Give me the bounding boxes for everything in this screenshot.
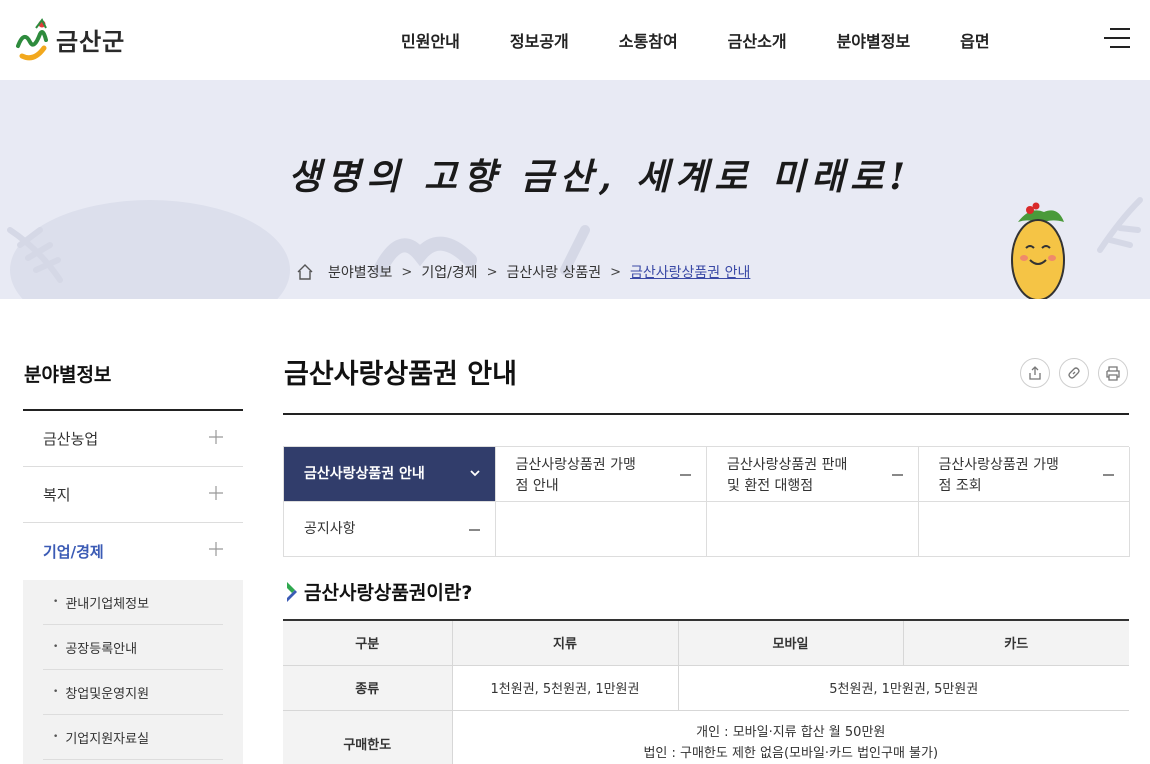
tab-label: 공지사항	[304, 520, 356, 537]
breadcrumb-item[interactable]: 분야별정보	[328, 262, 392, 282]
chevron-down-icon	[469, 470, 480, 477]
page-tools	[1020, 358, 1128, 388]
copy-link-button[interactable]	[1059, 358, 1089, 388]
tab-label-line: 금산사랑상품권 판매	[727, 457, 848, 473]
plus-icon	[209, 542, 223, 556]
share-icon	[1029, 366, 1041, 380]
breadcrumb-item[interactable]: 기업/경제	[421, 262, 477, 282]
banner-slogan: 생명의 고향 금산, 세계로 미래로!	[288, 156, 912, 198]
sidebar-item-label: 금산농업	[43, 430, 99, 448]
table-cell: 개인 : 모바일·지류 합산 월 50만원 법인 : 구매한도 제한 없음(모바…	[451, 709, 1129, 764]
tab-label: 금산사랑상품권 안내	[304, 465, 425, 482]
section-bullet-icon	[287, 581, 297, 602]
mascot-illustration	[1011, 202, 1065, 299]
sidebar-item-label: 복지	[43, 486, 71, 504]
submenu-item[interactable]: 창업및운영지원	[43, 670, 223, 715]
link-icon	[1068, 367, 1080, 379]
table-header: 지류	[451, 619, 679, 666]
tab-label-line: 점 조회	[938, 478, 982, 494]
tab-label-line: 금산사랑상품권 가맹	[515, 457, 636, 473]
main-navigation: 민원안내 정보공개 소통참여 금산소개 분야별정보 읍면	[376, 0, 1015, 80]
nav-item-participation[interactable]: 소통참여	[594, 28, 703, 52]
table-header: 카드	[902, 619, 1129, 666]
share-button[interactable]	[1020, 358, 1050, 388]
tab-merchant-search[interactable]: 금산사랑상품권 가맹 점 조회	[918, 447, 1130, 502]
tab-merchant-info[interactable]: 금산사랑상품권 가맹 점 안내	[495, 447, 707, 502]
title-divider	[283, 413, 1129, 415]
submenu-item[interactable]: 관내기업체정보	[43, 580, 223, 625]
table-cell: 5천원권, 1만원권, 5만원권	[677, 664, 1129, 711]
plus-icon	[209, 486, 223, 500]
breadcrumb: 분야별정보 > 기업/경제 > 금산사랑 상품권 > 금산사랑상품권 안내	[296, 262, 750, 282]
tab-voucher-info[interactable]: 금산사랑상품권 안내	[284, 447, 496, 502]
plus-icon	[209, 430, 223, 444]
nav-item-fields[interactable]: 분야별정보	[812, 28, 936, 52]
sidebar-title: 분야별정보	[24, 364, 112, 386]
tab-empty-cell	[707, 502, 919, 557]
nav-item-civil[interactable]: 민원안내	[376, 28, 485, 52]
nav-item-towns[interactable]: 읍면	[935, 28, 1014, 52]
sidebar-item-agriculture[interactable]: 금산농업	[23, 411, 243, 467]
print-button[interactable]	[1098, 358, 1128, 388]
tab-label-line: 점 안내	[515, 478, 559, 494]
chevron-right-icon: >	[486, 264, 498, 280]
minus-icon	[468, 529, 480, 531]
table-row: 구매한도 개인 : 모바일·지류 합산 월 50만원 법인 : 구매한도 제한 …	[283, 709, 1129, 764]
content-tabs: 금산사랑상품권 안내 금산사랑상품권 가맹 점 안내 금산사랑상품권 판매 및 …	[283, 446, 1130, 557]
tab-empty-cell	[918, 502, 1130, 557]
tab-empty-cell	[495, 502, 707, 557]
sidebar-item-label: 기업/경제	[43, 542, 104, 561]
nav-item-disclosure[interactable]: 정보공개	[485, 28, 594, 52]
submenu-item[interactable]: 공장등록안내	[43, 625, 223, 670]
table-cell: 1천원권, 5천원권, 1만원권	[451, 664, 679, 711]
section-title: 금산사랑상품권이란?	[304, 582, 473, 604]
cell-text: 개인 : 모바일·지류 합산 월 50만원	[696, 725, 886, 740]
table-row: 종류 1천원권, 5천원권, 1만원권 5천원권, 1만원권, 5만원권	[283, 664, 1129, 711]
chevron-right-icon: >	[401, 264, 413, 280]
voucher-info-table: 구분 지류 모바일 카드 종류 1천원권, 5천원권, 1만원권 5천원권, 1…	[283, 619, 1129, 764]
site-logo[interactable]: 금산군	[12, 16, 125, 62]
tab-label-line: 금산사랑상품권 가맹	[938, 457, 1059, 473]
submenu-item[interactable]: 기업지원자료실	[43, 715, 223, 760]
nav-item-about[interactable]: 금산소개	[703, 28, 812, 52]
breadcrumb-item[interactable]: 금산사랑 상품권	[506, 262, 601, 282]
cell-text: 법인 : 구매한도 제한 없음(모바일·카드 법인구매 불가)	[643, 746, 939, 761]
tab-sales-exchange[interactable]: 금산사랑상품권 판매 및 환전 대행점	[707, 447, 919, 502]
table-header: 모바일	[677, 619, 904, 666]
page-title: 금산사랑상품권 안내	[284, 359, 517, 390]
home-icon[interactable]	[296, 263, 314, 281]
sidebar-item-business[interactable]: 기업/경제	[23, 523, 243, 579]
chevron-right-icon: >	[610, 264, 621, 280]
sidebar-item-welfare[interactable]: 복지	[23, 467, 243, 523]
logo-text: 금산군	[56, 27, 126, 56]
print-icon	[1106, 366, 1120, 381]
minus-icon	[1103, 474, 1114, 476]
breadcrumb-current[interactable]: 금산사랑상품권 안내	[630, 262, 750, 282]
table-header: 구분	[283, 619, 453, 666]
logo-mark-icon	[16, 18, 48, 61]
tab-notice[interactable]: 공지사항	[284, 502, 496, 557]
minus-icon	[891, 474, 903, 476]
minus-icon	[680, 474, 691, 476]
row-label: 구매한도	[283, 709, 453, 764]
row-label: 종류	[283, 664, 453, 711]
page-banner: 생명의 고향 금산, 세계로 미래로! 분야별정보 > 기업/경제 > 금산사랑…	[0, 80, 1150, 299]
sidebar-submenu: 관내기업체정보 공장등록안내 창업및운영지원 기업지원자료실	[23, 580, 243, 764]
site-header: 금산군 민원안내 정보공개 소통참여 금산소개 분야별정보 읍면	[0, 0, 1150, 80]
section-heading: 금산사랑상품권이란?	[284, 578, 472, 605]
tab-label-line: 및 환전 대행점	[727, 478, 814, 494]
menu-icon[interactable]	[1104, 27, 1130, 49]
